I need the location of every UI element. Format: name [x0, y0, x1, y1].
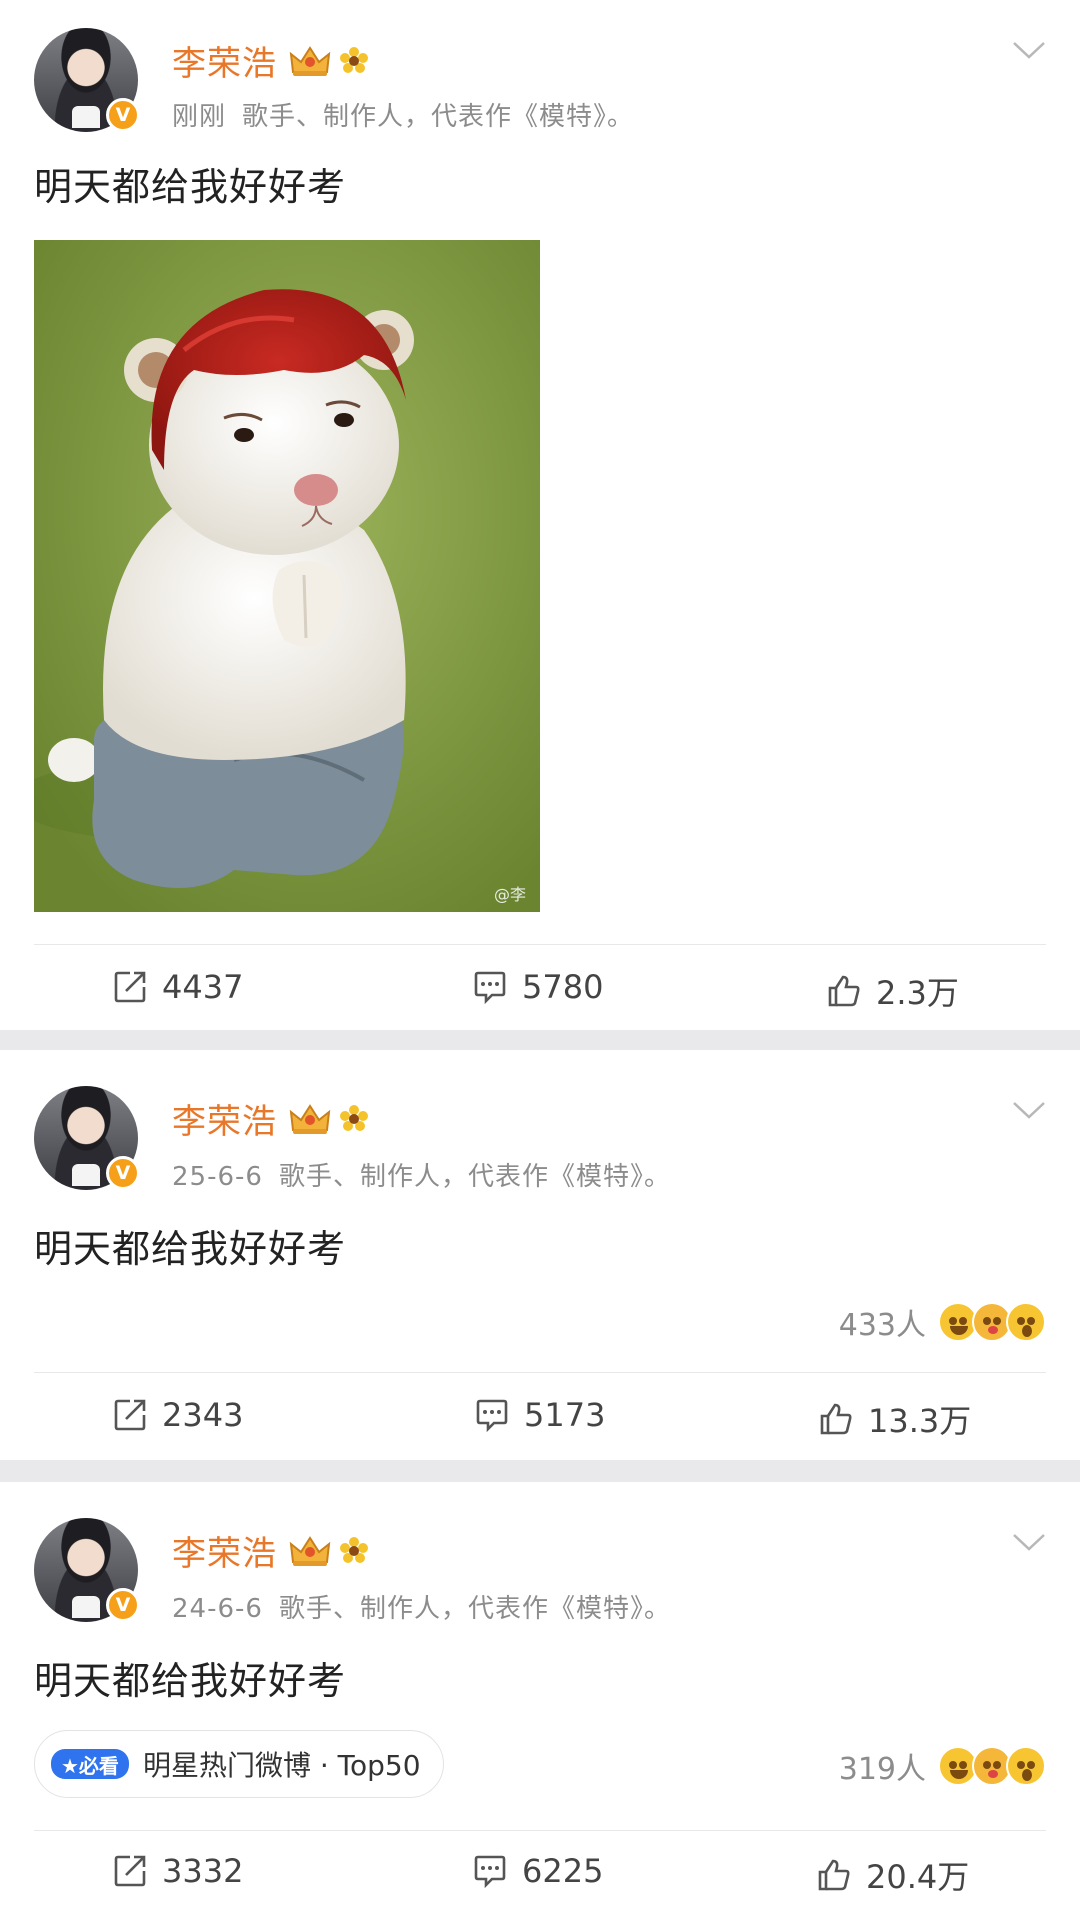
post-time: 刚刚	[172, 102, 227, 132]
post-time: 25-6-6	[172, 1162, 263, 1192]
comment-button[interactable]: 5780	[472, 968, 603, 1006]
image-watermark: @李	[494, 885, 526, 904]
author-bio: 歌手、制作人，代表作《模特》。	[278, 1594, 671, 1624]
thumbs-up-icon	[826, 973, 862, 1009]
reaction-summary[interactable]: 319人	[839, 1744, 1046, 1788]
weibo-post-1: V 李荣浩 刚刚 歌手、制作人，代表作《模特》。 明天都给我好好考 @李 443…	[0, 0, 1080, 1030]
divider	[34, 1830, 1046, 1831]
comment-count: 5173	[524, 1396, 606, 1434]
thumbs-up-icon	[816, 1857, 852, 1893]
repost-icon	[112, 969, 148, 1005]
sunflower-icon	[339, 1536, 369, 1566]
comment-icon	[472, 969, 508, 1005]
crown-icon	[289, 1102, 331, 1136]
divider	[34, 1372, 1046, 1373]
verified-badge-icon: V	[106, 1156, 140, 1190]
avatar[interactable]: V	[34, 1086, 140, 1190]
like-count: 13.3万	[868, 1402, 972, 1440]
post-text: 明天都给我好好考	[34, 165, 347, 209]
like-button[interactable]: 20.4万	[816, 1852, 969, 1898]
weibo-post-2: V 李荣浩 25-6-6 歌手、制作人，代表作《模特》。 明天都给我好好考 433…	[0, 1050, 1080, 1460]
repost-button[interactable]: 4437	[112, 968, 243, 1006]
thumbs-up-icon	[818, 1401, 854, 1437]
author-row: 李荣浩	[172, 1526, 369, 1575]
author-row: 李荣浩	[172, 36, 369, 85]
sunflower-icon	[339, 1104, 369, 1134]
comment-button[interactable]: 6225	[472, 1852, 603, 1890]
author-name[interactable]: 李荣浩	[172, 1094, 277, 1143]
chevron-down-icon[interactable]	[1012, 1100, 1046, 1120]
comment-button[interactable]: 5173	[474, 1396, 605, 1434]
comment-count: 5780	[522, 968, 604, 1006]
sunflower-icon	[339, 46, 369, 76]
like-button[interactable]: 2.3万	[826, 968, 959, 1014]
like-button[interactable]: 13.3万	[818, 1396, 971, 1442]
post-image[interactable]: @李	[34, 240, 540, 912]
comment-count: 6225	[522, 1852, 604, 1890]
avatar[interactable]: V	[34, 1518, 140, 1622]
repost-count: 2343	[162, 1396, 244, 1434]
weibo-post-3: V 李荣浩 24-6-6 歌手、制作人，代表作《模特》。 明天都给我好好考 ★必看…	[0, 1482, 1080, 1920]
avatar[interactable]: V	[34, 28, 140, 132]
comment-icon	[472, 1853, 508, 1889]
post-meta: 刚刚 歌手、制作人，代表作《模特》。	[172, 96, 650, 133]
repost-button[interactable]: 2343	[112, 1396, 243, 1434]
repost-count: 3332	[162, 1852, 244, 1890]
author-bio: 歌手、制作人，代表作《模特》。	[242, 102, 635, 132]
reaction-summary[interactable]: 433人	[839, 1300, 1046, 1344]
hot-weibo-tag[interactable]: ★必看 明星热门微博 · Top50	[34, 1730, 444, 1798]
repost-icon	[112, 1853, 148, 1889]
crown-icon	[289, 44, 331, 78]
verified-badge-icon: V	[106, 1588, 140, 1622]
like-count: 2.3万	[876, 974, 959, 1012]
must-see-badge: ★必看	[51, 1749, 129, 1779]
crown-icon	[289, 1534, 331, 1568]
author-bio: 歌手、制作人，代表作《模特》。	[278, 1162, 671, 1192]
post-time: 24-6-6	[172, 1594, 263, 1624]
hot-weibo-label: 明星热门微博 · Top50	[142, 1749, 421, 1782]
verified-badge-icon: V	[106, 98, 140, 132]
repost-button[interactable]: 3332	[112, 1852, 243, 1890]
post-meta: 24-6-6 歌手、制作人，代表作《模特》。	[172, 1588, 687, 1625]
divider	[34, 944, 1046, 945]
reaction-count: 433人	[838, 1308, 926, 1343]
post-text: 明天都给我好好考	[34, 1659, 347, 1703]
post-text: 明天都给我好好考	[34, 1227, 347, 1271]
reaction-count: 319人	[838, 1752, 926, 1787]
post-meta: 25-6-6 歌手、制作人，代表作《模特》。	[172, 1156, 687, 1193]
chevron-down-icon[interactable]	[1012, 1532, 1046, 1552]
repost-icon	[112, 1397, 148, 1433]
author-row: 李荣浩	[172, 1094, 369, 1143]
chevron-down-icon[interactable]	[1012, 40, 1046, 60]
wow-emoji-icon	[1006, 1302, 1046, 1342]
repost-count: 4437	[162, 968, 244, 1006]
author-name[interactable]: 李荣浩	[172, 36, 277, 85]
wow-emoji-icon	[1006, 1746, 1046, 1786]
like-count: 20.4万	[866, 1858, 970, 1896]
comment-icon	[474, 1397, 510, 1433]
author-name[interactable]: 李荣浩	[172, 1526, 277, 1575]
